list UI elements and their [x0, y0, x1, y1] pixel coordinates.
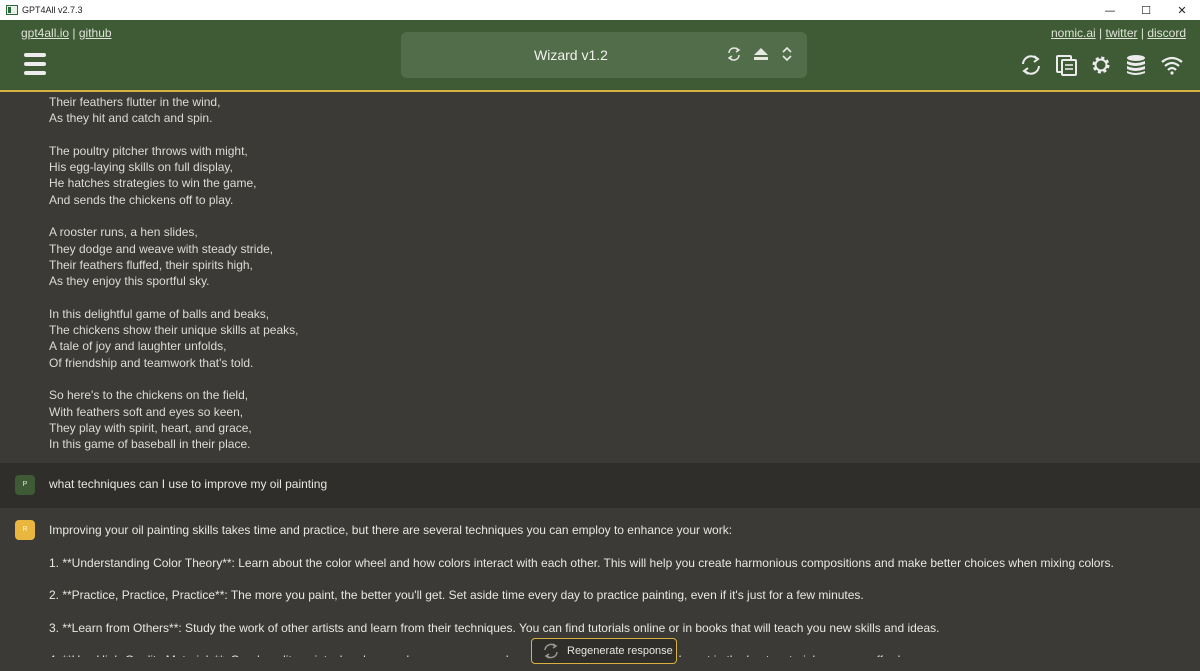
app-icon — [6, 5, 18, 15]
poem-line: He hatches strategies to win the game, — [49, 176, 257, 191]
window-titlebar: GPT4All v2.7.3 — ☐ ✕ — [0, 0, 1200, 20]
poem-line: In this delightful game of balls and bea… — [49, 306, 270, 321]
link-separator: | — [72, 26, 76, 40]
settings-icon[interactable] — [1089, 53, 1113, 77]
poem-line: And sends the chickens off to play. — [49, 192, 234, 207]
response-line: Improving your oil painting skills takes… — [49, 523, 733, 537]
prompt-message: P what techniques can I use to improve m… — [0, 463, 1200, 508]
model-name: Wizard v1.2 — [534, 47, 608, 63]
poem-line: They dodge and weave with steady stride, — [49, 241, 274, 256]
prompt-text: what techniques can I use to improve my … — [49, 477, 328, 491]
poem-line: Their feathers fluffed, their spirits hi… — [49, 257, 253, 272]
previous-response: Their feathers flutter in the wind, As t… — [0, 94, 1200, 453]
eject-icon[interactable] — [752, 45, 770, 63]
poem-line: As they enjoy this sportful sky. — [49, 274, 210, 289]
close-button[interactable]: ✕ — [1164, 0, 1200, 20]
header-links-right: nomic.ai | twitter | discord — [1051, 26, 1186, 40]
poem-line: So here's to the chickens on the field, — [49, 388, 249, 403]
maximize-button[interactable]: ☐ — [1128, 0, 1164, 20]
regenerate-icon — [544, 643, 558, 659]
response-line: 2. **Practice, Practice, Practice**: The… — [49, 588, 864, 603]
minimize-button[interactable]: — — [1092, 0, 1128, 20]
menu-icon[interactable] — [24, 53, 46, 75]
poem-line: As they hit and catch and spin. — [49, 111, 213, 126]
regenerate-label: Regenerate response — [567, 645, 673, 657]
window-title: GPT4All v2.7.3 — [22, 5, 83, 15]
poem-line: Their feathers flutter in the wind, — [49, 95, 221, 109]
github-link[interactable]: github — [79, 26, 112, 40]
chevron-updown-icon[interactable] — [778, 45, 796, 63]
poem-line: A tale of joy and laughter unfolds, — [49, 339, 227, 354]
database-icon[interactable] — [1124, 53, 1148, 77]
prompt-avatar: P — [15, 475, 35, 495]
network-icon[interactable] — [1160, 53, 1184, 77]
copy-icon[interactable] — [1055, 53, 1079, 77]
discord-link[interactable]: discord — [1147, 26, 1186, 40]
twitter-link[interactable]: twitter — [1105, 26, 1137, 40]
window-controls: — ☐ ✕ — [1092, 0, 1200, 20]
response-line: 1. **Understanding Color Theory**: Learn… — [49, 555, 1114, 570]
poem-line: In this game of baseball in their place. — [49, 437, 251, 452]
poem-line: The chickens show their unique skills at… — [49, 323, 299, 338]
poem-line: With feathers soft and eyes so keen, — [49, 404, 244, 419]
poem-line: The poultry pitcher throws with might, — [49, 143, 248, 158]
link-separator: | — [1099, 26, 1103, 40]
poem-line: Of friendship and teamwork that's told. — [49, 355, 254, 370]
regenerate-button[interactable]: Regenerate response — [531, 638, 677, 664]
reload-icon[interactable] — [725, 45, 743, 63]
link-separator: | — [1140, 26, 1144, 40]
poem-line: They play with spirit, heart, and grace, — [49, 420, 252, 435]
response-avatar: R — [15, 520, 35, 540]
recalculate-icon[interactable] — [1019, 53, 1043, 77]
poem-line: A rooster runs, a hen slides, — [49, 225, 198, 240]
header-links-left: gpt4all.io | github — [21, 26, 112, 40]
app-header: gpt4all.io | github nomic.ai | twitter |… — [0, 20, 1200, 92]
model-selector[interactable]: Wizard v1.2 — [401, 32, 807, 78]
poem-line: His egg-laying skills on full display, — [49, 160, 233, 175]
gpt4all-link[interactable]: gpt4all.io — [21, 26, 69, 40]
nomic-link[interactable]: nomic.ai — [1051, 26, 1096, 40]
conversation-view[interactable]: Their feathers flutter in the wind, As t… — [0, 94, 1200, 671]
